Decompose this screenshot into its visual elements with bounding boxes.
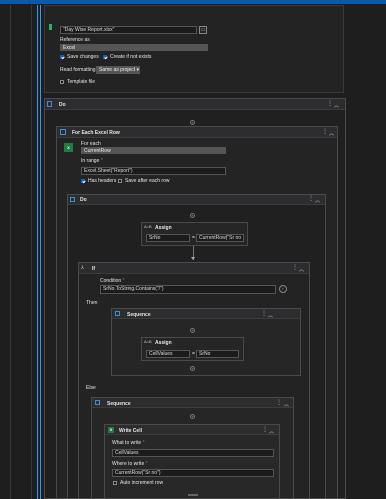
condition-field[interactable]: SrNo.ToString.Contains("/") <box>100 285 276 294</box>
title-bar <box>0 0 386 4</box>
else-label: Else <box>86 385 96 391</box>
for-each-row-title: For Each Excel Row <box>72 130 120 136</box>
where-to-write-field[interactable]: CurrentRow("Sr no") <box>112 469 274 477</box>
loop-icon <box>60 129 66 135</box>
assign-icon: A=B <box>144 339 152 344</box>
add-activity-button[interactable]: + <box>190 328 195 333</box>
assign-title: Assign <box>155 340 172 346</box>
what-to-write-label: What to write * <box>112 440 145 446</box>
do-outer-header[interactable] <box>45 99 345 110</box>
where-to-write-label: Where to write * <box>112 461 148 467</box>
collapse-icon[interactable]: ︽ <box>284 401 289 408</box>
green-marker <box>49 24 52 30</box>
save-after-each-row-checkbox[interactable] <box>118 179 122 183</box>
do-icon <box>47 101 52 107</box>
excel-icon: X <box>64 143 73 152</box>
assign-value-field[interactable]: CurrentRow("Sr no <box>196 234 244 242</box>
gutter-line <box>31 5 32 499</box>
assign-to-field[interactable]: SrNo <box>146 234 190 242</box>
save-changes-checkbox[interactable] <box>60 55 64 59</box>
more-icon[interactable]: ⋮ <box>262 427 268 433</box>
condition-label: Condition * <box>100 278 125 284</box>
collapse-icon[interactable]: ︽ <box>315 197 320 204</box>
excel-icon: X <box>108 427 114 433</box>
write-cell-title: Write Cell <box>119 428 142 434</box>
if-icon: ⅄ <box>81 265 85 271</box>
more-icon[interactable]: ⋮ <box>322 129 328 135</box>
do-inner-title: Do <box>80 197 87 203</box>
equals-sign: = <box>192 235 195 241</box>
collapse-icon[interactable]: ︽ <box>269 428 274 435</box>
read-formatting-dropdown[interactable]: Same as project ▾ <box>96 66 140 74</box>
reference-label: Reference as <box>60 37 90 43</box>
assign-icon: A=B <box>144 224 152 229</box>
has-headers-checkbox[interactable] <box>81 179 85 183</box>
what-to-write-field[interactable]: CellValues <box>112 449 274 457</box>
add-activity-button[interactable]: + <box>190 213 195 218</box>
has-headers-label: Has headers <box>88 178 117 184</box>
then-label: Then <box>86 300 98 306</box>
gutter-line <box>37 5 38 499</box>
collapse-icon[interactable]: ︽ <box>334 102 339 109</box>
for-each-field[interactable]: CurrentRow <box>81 147 226 154</box>
gutter-line <box>40 5 41 499</box>
template-file-checkbox[interactable] <box>60 80 64 84</box>
create-if-not-exists-checkbox[interactable] <box>103 55 107 59</box>
do-outer-title: Do <box>59 102 66 108</box>
info-icon[interactable]: i <box>279 285 287 293</box>
in-range-field[interactable]: Excel.Sheet("Report") <box>81 167 226 175</box>
sequence-icon <box>115 311 120 316</box>
file-path-field[interactable]: "Day Wise Report.xlsx" <box>60 26 197 34</box>
collapse-icon[interactable]: ︽ <box>268 312 273 319</box>
equals-sign: = <box>192 351 195 357</box>
add-activity-button[interactable]: + <box>190 366 195 371</box>
chevron-down-icon: ▾ <box>136 67 140 73</box>
create-if-not-exists-label: Create if not exists <box>110 54 152 60</box>
folder-icon[interactable]: ▭ <box>199 26 207 34</box>
sequence-icon <box>95 400 100 405</box>
read-formatting-label: Read formatting <box>60 67 96 73</box>
more-icon[interactable]: ⋮ <box>261 311 267 317</box>
do-icon <box>70 197 75 202</box>
do-inner-header[interactable] <box>68 195 325 205</box>
more-icon[interactable]: ⋮ <box>327 101 333 107</box>
auto-increment-label: Auto increment row <box>120 480 164 486</box>
add-activity-button[interactable]: + <box>190 120 195 125</box>
collapse-icon[interactable]: ︽ <box>299 266 304 273</box>
gutter-line <box>10 5 11 499</box>
resize-handle[interactable] <box>188 494 198 496</box>
template-file-label: Template file <box>67 79 96 85</box>
if-header[interactable] <box>79 263 309 274</box>
save-after-each-row-label: Save after each row <box>125 178 170 184</box>
auto-increment-checkbox[interactable] <box>113 481 117 485</box>
assign-title: Assign <box>155 225 172 231</box>
assign-to-field[interactable]: CellValues <box>146 350 190 358</box>
sequence-then-title: Sequence <box>127 312 151 318</box>
more-icon[interactable]: ⋮ <box>276 400 282 406</box>
arrow-down-icon <box>191 257 195 260</box>
reference-field[interactable]: Excel <box>60 44 208 51</box>
collapse-icon[interactable]: ︽ <box>329 130 334 137</box>
assign-value-field[interactable]: SrNo <box>196 350 239 358</box>
add-activity-button[interactable]: + <box>190 414 195 419</box>
save-changes-label: Save changes <box>67 54 99 60</box>
more-icon[interactable]: ⋮ <box>308 196 314 202</box>
more-icon[interactable]: ⋮ <box>292 265 298 271</box>
in-range-label: In range * <box>81 158 103 164</box>
if-title: If <box>92 266 96 272</box>
sequence-else-title: Sequence <box>107 401 131 407</box>
